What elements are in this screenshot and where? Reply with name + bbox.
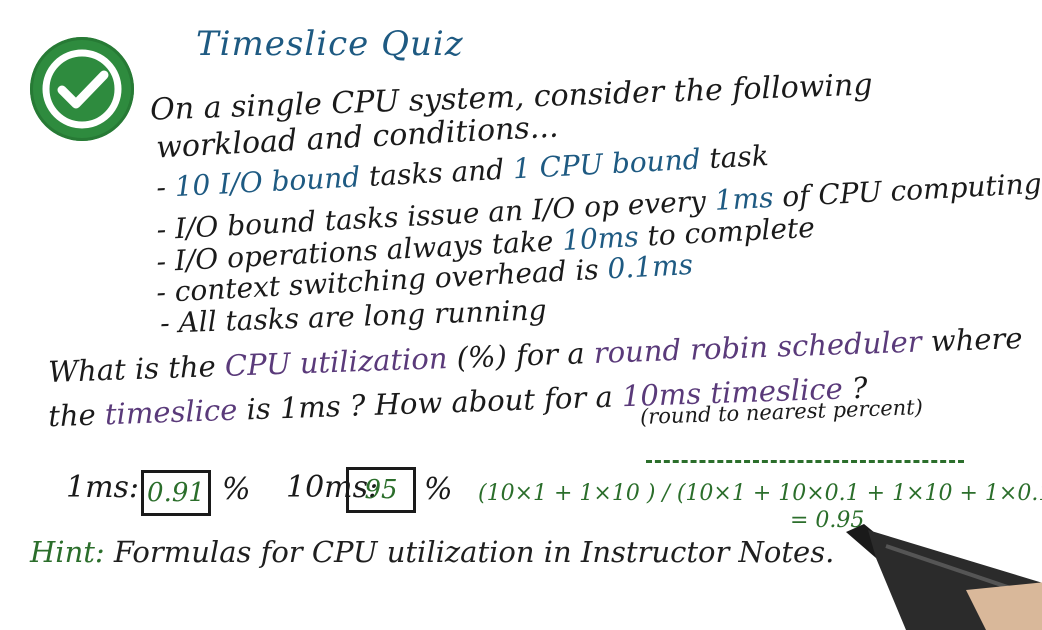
hint-text: Formulas for CPU utilization in Instruct…: [104, 535, 835, 569]
bullet-text: of CPU computing: [772, 166, 1042, 214]
hint-label: Hint:: [30, 535, 105, 569]
bullet-text: tasks and: [359, 152, 514, 194]
answer-field-10ms[interactable]: 95: [346, 467, 416, 513]
highlight-text: 10 I/O bound: [173, 160, 362, 204]
bullet-dash: -: [155, 244, 176, 279]
bullet-dash: -: [155, 212, 176, 247]
highlight-text: 1ms: [713, 180, 775, 217]
bullet-dash: -: [155, 275, 176, 310]
bullet-dash: -: [159, 306, 180, 340]
checkmark-icon: [42, 49, 122, 129]
dashed-line: [646, 460, 964, 463]
bullet-text: task: [699, 138, 770, 176]
answer-field-1ms[interactable]: 0.91: [141, 470, 211, 516]
page-title: Timeslice Quiz: [196, 24, 464, 64]
checkmark-badge: [30, 37, 134, 141]
highlight-text: 1 CPU bound: [512, 142, 702, 186]
hint-line: Hint: Formulas for CPU utilization in In…: [30, 535, 834, 569]
answer-label-1ms: 1ms:: [66, 470, 140, 505]
formula-expression: (10×1 + 1×10 ) / (10×1 + 10×0.1 + 1×10 +…: [478, 481, 1042, 506]
marker-pen: [846, 524, 1042, 630]
percent-sign: %: [222, 472, 251, 507]
highlight-text: 0.1ms: [606, 247, 694, 286]
percent-sign: %: [424, 472, 453, 507]
bullet-dash: -: [155, 170, 176, 205]
